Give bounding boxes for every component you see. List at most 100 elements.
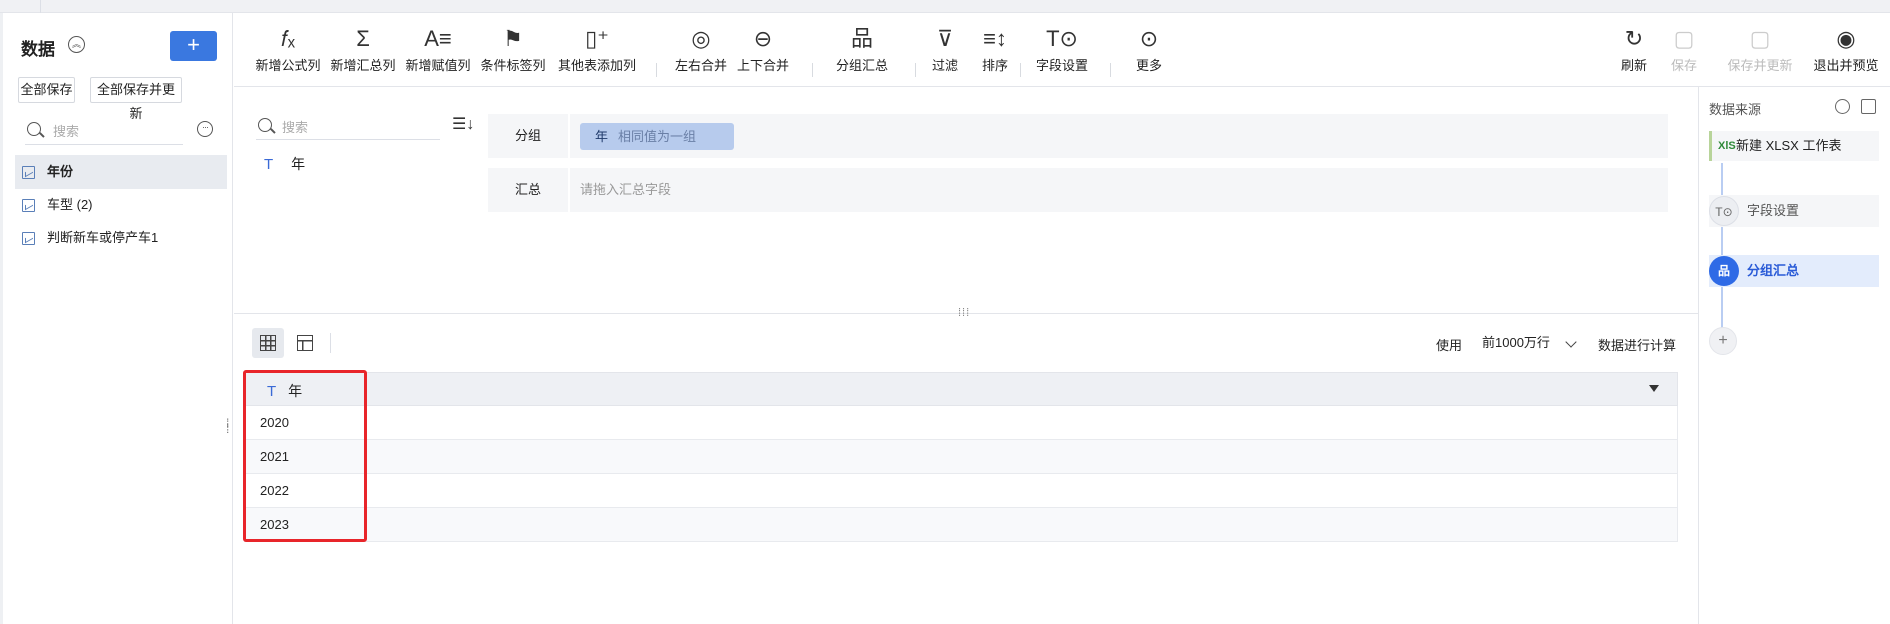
- sort-button[interactable]: ≡↕ 排序: [972, 25, 1018, 74]
- save-all-update-button[interactable]: 全部保存并更新: [90, 77, 182, 121]
- search-icon: [27, 122, 41, 136]
- top-strip: [0, 0, 1890, 13]
- table-row: 2020: [244, 406, 1678, 440]
- field-name: 年: [291, 156, 306, 172]
- more-options-icon[interactable]: ···: [197, 121, 213, 137]
- view-divider: [330, 333, 331, 353]
- filter-button[interactable]: ⊽ 过滤: [922, 25, 968, 74]
- highlight-box: [243, 370, 367, 542]
- save-all-button[interactable]: 全部保存: [18, 77, 75, 103]
- left-right-merge-icon: ◎: [691, 26, 711, 51]
- group-summary-icon: 品: [1709, 256, 1739, 286]
- step-field-settings[interactable]: T⊙ 字段设置: [1709, 195, 1879, 227]
- search-placeholder: 搜索: [282, 120, 309, 135]
- up-down-merge-button[interactable]: ⊖ 上下合并: [734, 25, 792, 74]
- save-button[interactable]: ▢ 保存: [1664, 25, 1704, 74]
- toolbar-label: 左右合并: [674, 58, 727, 73]
- toolbar-label: 分组汇总: [835, 58, 888, 73]
- step-group-summary[interactable]: 品 分组汇总: [1709, 255, 1879, 287]
- collapse-icon[interactable]: ︽: [68, 36, 85, 53]
- table-icon: [22, 232, 35, 245]
- field-settings-button[interactable]: T⊙ 字段设置: [1033, 25, 1091, 74]
- add-table-button[interactable]: +: [170, 31, 217, 61]
- add-from-other-table-button[interactable]: ▯⁺ 其他表添加列: [554, 25, 640, 74]
- more-icon: ⊙: [1139, 26, 1159, 51]
- more-button[interactable]: ⊙ 更多: [1128, 25, 1170, 74]
- rows-limit-value: 前1000万行: [1482, 335, 1550, 350]
- layout-view-button[interactable]: [289, 328, 321, 358]
- add-column-icon: ▯⁺: [585, 26, 609, 51]
- chip-hint: 相同值为一组: [618, 129, 697, 144]
- table-header: T年: [244, 372, 1678, 406]
- table-item-judge[interactable]: 判断新车或停产车1: [15, 221, 227, 255]
- toolbar-divider: [812, 63, 813, 77]
- field-item-year[interactable]: T 年: [264, 154, 305, 174]
- field-search-input[interactable]: 搜索: [256, 114, 440, 140]
- layout-toggle-icon[interactable]: [1861, 99, 1876, 114]
- row-drag-handle-icon[interactable]: ⁞ ⁞: [226, 417, 234, 435]
- toolbar-divider: [915, 63, 916, 77]
- row-divider: [568, 114, 570, 158]
- save-icon: ▢: [1673, 26, 1695, 51]
- add-assign-column-button[interactable]: A≡ 新增赋值列: [402, 25, 474, 74]
- group-row: 分组 年相同值为一组: [488, 114, 1668, 158]
- table-icon: [22, 199, 35, 212]
- toolbar-label: 条件标签列: [480, 58, 546, 73]
- table-item-label: 年份: [47, 164, 74, 179]
- condition-tag-column-button[interactable]: ⚑ 条件标签列: [477, 25, 549, 74]
- refresh-button[interactable]: ↻ 刷新: [1614, 25, 1654, 74]
- fx-icon: 𝑓ₓ: [280, 26, 296, 51]
- save-update-icon: ▢: [1749, 26, 1771, 51]
- table-item-model[interactable]: 车型 (2): [15, 188, 227, 222]
- history-icon[interactable]: [1835, 99, 1850, 114]
- table-search-input[interactable]: 搜索: [25, 117, 183, 145]
- group-field-chip[interactable]: 年相同值为一组: [580, 123, 735, 150]
- table-row: 2023: [244, 508, 1678, 542]
- field-sort-icon[interactable]: ☰↓: [452, 114, 474, 134]
- right-panel: 数据来源 XlS 新建 XLSX 工作表 T⊙ 字段设置 品 分组汇总 +: [1698, 87, 1890, 624]
- drag-handle-icon[interactable]: ⁞⁞⁞: [958, 307, 970, 319]
- group-summary-icon: 品: [850, 26, 873, 51]
- exit-preview-icon: ◉: [1836, 26, 1856, 51]
- step-label: 字段设置: [1747, 203, 1800, 218]
- toolbar-label: 其他表添加列: [557, 58, 636, 73]
- toolbar-divider: [1020, 63, 1021, 77]
- preview-table: T年 2020 2021 2022 2023: [244, 372, 1678, 542]
- group-label: 分组: [514, 128, 541, 143]
- summary-row[interactable]: 汇总 请拖入汇总字段: [488, 168, 1668, 212]
- group-summary-button[interactable]: 品 分组汇总: [826, 25, 898, 74]
- left-panel: 数据 ︽ + 全部保存 全部保存并更新 搜索 ··· 年份 车型 (2) 判断新…: [0, 13, 233, 624]
- add-step-button[interactable]: +: [1709, 327, 1737, 355]
- table-icon: [22, 166, 35, 179]
- left-right-merge-button[interactable]: ◎ 左右合并: [672, 25, 730, 74]
- use-label: 使用: [1436, 338, 1463, 353]
- search-icon: [258, 118, 272, 132]
- exit-and-preview-button[interactable]: ◉ 退出并预览: [1808, 25, 1884, 74]
- layout-icon: [297, 335, 313, 351]
- calc-label: 数据进行计算: [1598, 338, 1677, 353]
- source-name: 新建 XLSX 工作表: [1736, 138, 1842, 153]
- toolbar: 𝑓ₓ 新增公式列 Σ 新增汇总列 A≡ 新增赋值列 ⚑ 条件标签列 ▯⁺ 其他表…: [234, 13, 1890, 87]
- add-formula-column-button[interactable]: 𝑓ₓ 新增公式列: [252, 25, 324, 74]
- toolbar-label: 新增汇总列: [330, 58, 396, 73]
- flag-icon: ⚑: [503, 26, 523, 51]
- summary-label: 汇总: [514, 182, 541, 197]
- toolbar-divider: [1110, 63, 1111, 77]
- toolbar-label: 新增公式列: [255, 58, 321, 73]
- add-summary-column-button[interactable]: Σ 新增汇总列: [327, 25, 399, 74]
- toolbar-label: 字段设置: [1035, 58, 1088, 73]
- table-row: 2022: [244, 474, 1678, 508]
- toolbar-label: 刷新: [1620, 58, 1647, 73]
- table-item-year[interactable]: 年份: [15, 155, 227, 189]
- column-dropdown-icon[interactable]: [1649, 385, 1659, 392]
- save-and-update-button[interactable]: ▢ 保存并更新: [1721, 25, 1799, 74]
- toolbar-label: 排序: [981, 58, 1008, 73]
- rows-limit-select[interactable]: 前1000万行: [1472, 329, 1583, 357]
- toolbar-label: 上下合并: [736, 58, 789, 73]
- chip-field: 年: [595, 129, 609, 144]
- table-item-label: 车型 (2): [47, 197, 93, 212]
- row-divider: [568, 168, 570, 212]
- source-title: 数据来源: [1709, 102, 1762, 117]
- source-item[interactable]: XlS 新建 XLSX 工作表: [1709, 131, 1879, 161]
- grid-view-button[interactable]: [252, 328, 284, 358]
